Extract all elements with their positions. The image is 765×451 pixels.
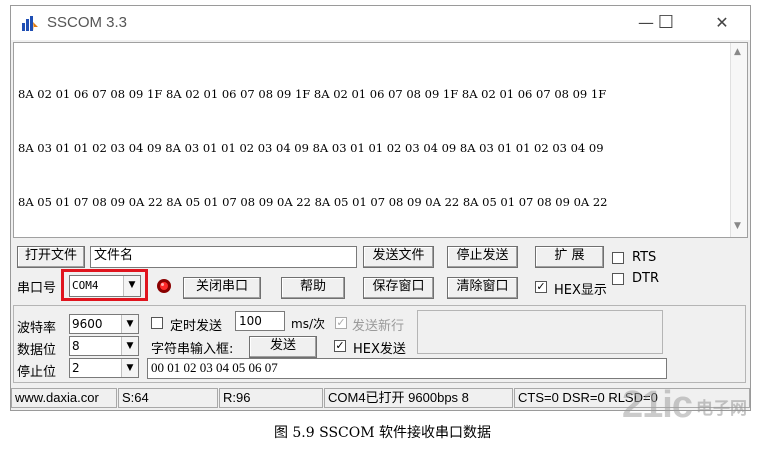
stop-send-button[interactable]: 停止发送 [447, 246, 518, 268]
status-website: www.daxia.cor [11, 388, 117, 408]
stopbits-select[interactable]: 2 ▼ [69, 358, 139, 378]
title-bar: SSCOM 3.3 — ☐ ✕ [11, 6, 750, 40]
status-sent: S:64 [118, 388, 218, 408]
app-icon [22, 16, 38, 31]
save-window-button[interactable]: 保存窗口 [363, 277, 434, 299]
figure-caption: 图 5.9 SSCOM 软件接收串口数据 [273, 425, 492, 441]
vertical-scrollbar[interactable]: ▲ ▼ [730, 43, 747, 237]
file-name-input[interactable]: 文件名 [90, 246, 357, 268]
send-newline-checkbox[interactable]: ✓ [335, 317, 347, 329]
baud-select[interactable]: 9600 ▼ [69, 314, 139, 334]
timed-send-checkbox[interactable] [151, 317, 163, 329]
receive-line: 8A 05 01 07 08 09 0A 22 8A 05 01 07 08 0… [18, 195, 608, 209]
clear-window-button[interactable]: 清除窗口 [447, 277, 518, 299]
dtr-checkbox[interactable] [612, 273, 624, 285]
timed-send-label: 定时发送 [170, 319, 223, 334]
interval-unit: ms/次 [291, 317, 325, 331]
extension-panel [417, 310, 663, 354]
send-button[interactable]: 发送 [249, 336, 317, 358]
receive-area[interactable]: 8A 02 01 06 07 08 09 1F 8A 02 01 06 07 0… [13, 42, 748, 238]
open-file-button[interactable]: 打开文件 [17, 246, 85, 268]
watermark-brand: 21ic [622, 384, 693, 426]
port-status-icon [157, 279, 171, 293]
receive-line: 8A 03 01 01 02 03 04 09 8A 03 01 01 02 0… [18, 141, 604, 155]
rts-checkbox[interactable] [612, 252, 624, 264]
scroll-up-icon[interactable]: ▲ [734, 47, 741, 57]
send-newline-label: 发送新行 [352, 319, 405, 334]
dtr-label: DTR [632, 271, 659, 286]
help-button[interactable]: 帮助 [281, 277, 345, 299]
databits-select-value: 8 [72, 339, 80, 353]
string-input-label: 字符串输入框: [151, 342, 234, 357]
highlight-box [61, 269, 148, 301]
sscom-window: SSCOM 3.3 — ☐ ✕ 8A 02 01 06 07 08 09 1F … [10, 5, 751, 411]
receive-line: 8A 02 01 06 07 08 09 1F 8A 02 01 06 07 0… [18, 87, 607, 101]
rts-label: RTS [632, 250, 657, 265]
hex-send-checkbox[interactable]: ✓ [334, 340, 346, 352]
stopbits-label: 停止位 [17, 365, 57, 380]
status-port-state: COM4已打开 9600bps 8 [324, 388, 513, 408]
scroll-down-icon[interactable]: ▼ [734, 221, 741, 231]
chevron-down-icon[interactable]: ▼ [121, 359, 138, 377]
chevron-down-icon[interactable]: ▼ [121, 315, 138, 333]
expand-button[interactable]: 扩 展 [535, 246, 604, 268]
window-title: SSCOM 3.3 [47, 14, 128, 31]
port-label: 串口号 [17, 281, 57, 296]
status-received: R:96 [219, 388, 323, 408]
baud-select-value: 9600 [72, 317, 103, 331]
close-button[interactable]: ✕ [707, 12, 737, 34]
send-file-button[interactable]: 发送文件 [363, 246, 434, 268]
hex-send-label: HEX发送 [353, 342, 406, 357]
interval-input[interactable]: 100 [235, 311, 285, 331]
databits-select[interactable]: 8 ▼ [69, 336, 139, 356]
maximize-button[interactable]: ☐ [651, 12, 681, 34]
receive-text: 8A 02 01 06 07 08 09 1F 8A 02 01 06 07 0… [18, 49, 728, 247]
databits-label: 数据位 [17, 343, 57, 358]
baud-label: 波特率 [17, 321, 57, 336]
stopbits-select-value: 2 [72, 361, 80, 375]
hex-display-checkbox[interactable]: ✓ [535, 281, 547, 293]
send-data-input[interactable]: 00 01 02 03 04 05 06 07 [147, 358, 667, 379]
hex-display-label: HEX显示 [554, 283, 607, 298]
chevron-down-icon[interactable]: ▼ [121, 337, 138, 355]
close-port-button[interactable]: 关闭串口 [183, 277, 261, 299]
watermark-text: 电子网 [696, 399, 747, 419]
